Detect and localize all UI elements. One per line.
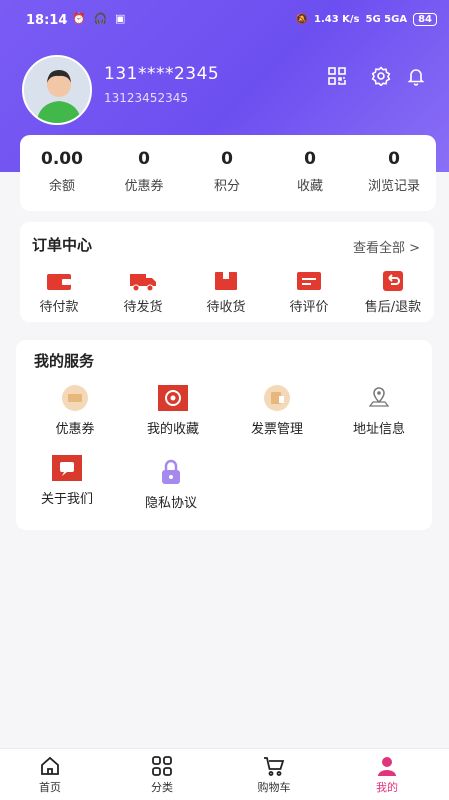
profile-icon bbox=[378, 757, 396, 776]
stat-label: 优惠券 bbox=[124, 179, 164, 194]
stat-favorites[interactable]: 0 收藏 bbox=[270, 149, 350, 194]
order-label: 售后/退款 bbox=[364, 300, 422, 315]
order-label: 待收货 bbox=[206, 300, 246, 315]
stat-value: 0 bbox=[304, 149, 316, 169]
order-label: 待付款 bbox=[39, 300, 79, 315]
stat-value: 0.00 bbox=[41, 149, 83, 169]
order-label: 待评价 bbox=[289, 300, 329, 315]
favorites-icon bbox=[158, 385, 188, 411]
home-icon bbox=[41, 756, 59, 775]
status-time: 18:14 bbox=[26, 13, 68, 28]
service-label: 地址信息 bbox=[352, 422, 405, 437]
status-notification-icons: ⏰ 🎧 ▣ bbox=[72, 12, 128, 25]
qr-code-icon[interactable] bbox=[327, 66, 347, 86]
settings-icon[interactable] bbox=[371, 66, 391, 86]
stat-points[interactable]: 0 积分 bbox=[187, 149, 267, 194]
service-label: 优惠券 bbox=[55, 422, 95, 437]
order-pending-review[interactable]: 待评价 bbox=[274, 270, 344, 315]
tab-label: 分类 bbox=[151, 781, 173, 794]
tab-profile[interactable]: 我的 bbox=[357, 755, 417, 795]
status-right: 🔕 1.43 K/s 5G 5GA 84 bbox=[296, 13, 437, 26]
stat-balance[interactable]: 0.00 余额 bbox=[22, 149, 102, 194]
refund-icon bbox=[383, 271, 403, 291]
stat-value: 0 bbox=[138, 149, 150, 169]
status-bar: 18:14 ⏰ 🎧 ▣ 🔕 1.43 K/s 5G 5GA 84 bbox=[0, 0, 449, 40]
comment-icon bbox=[297, 272, 321, 290]
service-label: 发票管理 bbox=[250, 422, 303, 437]
stat-history[interactable]: 0 浏览记录 bbox=[354, 149, 434, 194]
order-center-card: 订单中心 查看全部 > 待付款 待发货 待收货 待评价 售后/退款 bbox=[20, 222, 434, 322]
stat-value: 0 bbox=[388, 149, 400, 169]
cart-icon bbox=[264, 757, 285, 776]
my-services-card: 我的服务 优惠券 我的收藏 发票管理 地址信息 关于我们 隐私协议 bbox=[16, 340, 432, 530]
stat-label: 余额 bbox=[48, 179, 75, 194]
mute-icon: 🔕 bbox=[295, 14, 308, 25]
order-pending-payment[interactable]: 待付款 bbox=[24, 270, 94, 315]
tab-label: 首页 bbox=[39, 781, 61, 794]
coupon-icon bbox=[62, 385, 88, 411]
category-icon bbox=[152, 756, 172, 776]
package-icon bbox=[215, 272, 237, 290]
service-invoices[interactable]: 发票管理 bbox=[232, 384, 322, 437]
tab-label: 我的 bbox=[376, 781, 398, 794]
avatar[interactable] bbox=[22, 55, 92, 125]
stat-label: 收藏 bbox=[296, 179, 323, 194]
service-privacy[interactable]: 隐私协议 bbox=[126, 458, 216, 511]
my-services-title: 我的服务 bbox=[34, 352, 95, 370]
service-label: 隐私协议 bbox=[144, 496, 197, 511]
order-pending-shipment[interactable]: 待发货 bbox=[108, 270, 178, 315]
wallet-icon bbox=[47, 274, 71, 290]
view-all-orders-link[interactable]: 查看全部 > bbox=[353, 237, 420, 256]
stats-card: 0.00 余额 0 优惠券 0 积分 0 收藏 0 浏览记录 bbox=[20, 135, 436, 211]
tab-home[interactable]: 首页 bbox=[20, 755, 80, 795]
stat-label: 积分 bbox=[213, 179, 240, 194]
battery-level: 84 bbox=[413, 13, 437, 26]
order-label: 待发货 bbox=[123, 300, 163, 315]
user-phone: 13123452345 bbox=[104, 91, 188, 105]
stat-coupons[interactable]: 0 优惠券 bbox=[104, 149, 184, 194]
location-icon bbox=[368, 387, 390, 407]
order-after-sales[interactable]: 售后/退款 bbox=[358, 270, 428, 315]
service-about-us[interactable]: 关于我们 bbox=[22, 454, 112, 507]
service-label: 关于我们 bbox=[40, 492, 93, 507]
invoice-icon bbox=[264, 385, 290, 411]
bottom-tab-bar: 首页 分类 购物车 我的 bbox=[0, 748, 449, 800]
stat-label: 浏览记录 bbox=[367, 179, 420, 194]
order-pending-receipt[interactable]: 待收货 bbox=[191, 270, 261, 315]
service-favorites[interactable]: 我的收藏 bbox=[128, 384, 218, 437]
lock-icon bbox=[162, 459, 180, 484]
service-coupons[interactable]: 优惠券 bbox=[30, 384, 120, 437]
service-address[interactable]: 地址信息 bbox=[334, 384, 424, 437]
tab-category[interactable]: 分类 bbox=[132, 755, 192, 795]
tab-label: 购物车 bbox=[257, 781, 291, 794]
stat-value: 0 bbox=[221, 149, 233, 169]
truck-icon bbox=[130, 274, 156, 292]
network-type: 5G 5GA bbox=[365, 14, 408, 25]
bell-icon[interactable] bbox=[406, 66, 426, 86]
order-center-title: 订单中心 bbox=[32, 236, 93, 254]
tab-cart[interactable]: 购物车 bbox=[244, 755, 304, 795]
service-label: 我的收藏 bbox=[146, 422, 199, 437]
network-speed: 1.43 K/s bbox=[314, 14, 360, 25]
user-name[interactable]: 131****2345 bbox=[104, 64, 219, 84]
about-icon bbox=[52, 455, 82, 481]
